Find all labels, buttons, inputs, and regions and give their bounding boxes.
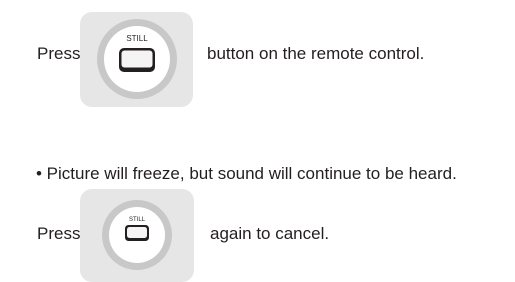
still-button-small-icon: STILL bbox=[102, 200, 172, 270]
step2-still-button-tile: STILL bbox=[80, 189, 194, 282]
still-button-small-label: STILL bbox=[129, 217, 146, 223]
step1-still-button-tile: STILL bbox=[80, 12, 193, 107]
step2-press-text: Press bbox=[37, 224, 81, 243]
still-button-label: STILL bbox=[126, 34, 148, 43]
step1-press-text: Press bbox=[37, 44, 81, 63]
freeze-note-text: • Picture will freeze, but sound will co… bbox=[36, 164, 457, 183]
step1-instruction-text: button on the remote control. bbox=[207, 44, 425, 63]
still-button-icon: STILL bbox=[97, 19, 177, 99]
step2-instruction-text: again to cancel. bbox=[210, 224, 330, 243]
